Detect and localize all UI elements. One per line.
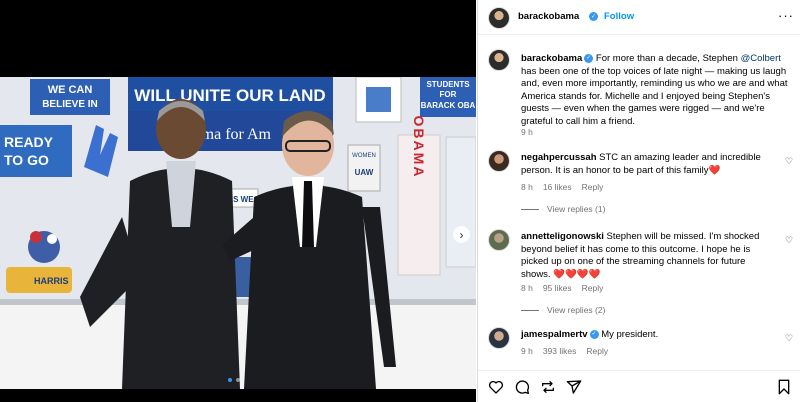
view-replies-button[interactable]: View replies (2)	[521, 305, 605, 315]
caption-avatar[interactable]	[488, 49, 510, 71]
chevron-right-icon: ›	[459, 227, 464, 242]
caption-body-rest: has been one of the top voices of late n…	[521, 65, 788, 127]
heart-emoji: ❤️❤️❤️❤️	[553, 268, 601, 280]
replies-line-divider	[521, 309, 539, 311]
comment-likes[interactable]: 95 likes	[543, 283, 572, 293]
post-photo[interactable]: WE CAN BELIEVE IN WILL UNITE OUR LAND Ob…	[0, 77, 476, 389]
follow-button[interactable]: Follow	[604, 11, 634, 22]
verified-badge-icon: ✓	[589, 329, 599, 339]
comment-like-heart-icon[interactable]: ♡	[785, 333, 793, 344]
comment-time[interactable]: 9 h	[521, 346, 533, 356]
comment-username[interactable]: annetteligonowski	[521, 231, 604, 242]
carousel-dots	[228, 378, 240, 382]
share-icon[interactable]	[566, 379, 582, 395]
replies-line-divider	[521, 208, 539, 210]
view-replies-label: View replies (1)	[547, 204, 606, 214]
comment-time[interactable]: 8 h	[521, 182, 533, 192]
caption-body: For more than a decade, Stephen	[595, 53, 738, 64]
carousel-next-button[interactable]: ›	[453, 226, 470, 243]
comment-body: annetteligonowski Stephen will be missed…	[521, 231, 776, 281]
sign-barack-oba: BARACK OBA	[421, 101, 476, 110]
carousel-dot	[236, 378, 240, 382]
comment-like-heart-icon[interactable]: ♡	[785, 235, 793, 246]
caption-username[interactable]: barackobama	[521, 53, 582, 64]
commenter-avatar[interactable]	[488, 150, 510, 172]
comment-meta: 8 h 95 likes Reply	[521, 283, 603, 293]
sign-believe-in: BELIEVE IN	[42, 99, 98, 110]
commenter-avatar[interactable]	[488, 229, 510, 251]
comment-time[interactable]: 8 h	[521, 283, 533, 293]
author-avatar[interactable]	[488, 7, 510, 29]
verified-badge-icon: ✓	[589, 12, 598, 21]
comment-likes[interactable]: 16 likes	[543, 182, 572, 192]
sign-ready: READY	[4, 134, 54, 150]
comment-like-heart-icon[interactable]: ♡	[785, 156, 793, 167]
comment-reply-button[interactable]: Reply	[582, 283, 604, 293]
comment-reply-button[interactable]: Reply	[582, 182, 604, 192]
sign-we-can: WE CAN	[48, 84, 93, 96]
heart-emoji: ❤️	[708, 164, 721, 176]
comment-text: My president.	[601, 329, 659, 340]
commenter-avatar[interactable]	[488, 327, 510, 349]
author-username[interactable]: barackobama	[518, 11, 579, 22]
post-media: WE CAN BELIEVE IN WILL UNITE OUR LAND Ob…	[0, 0, 476, 402]
carousel-dot-active	[228, 378, 232, 382]
caption-text: barackobama ✓ For more than a decade, Ste…	[521, 53, 793, 129]
comment-body: jamespalmertv ✓ My president.	[521, 329, 776, 342]
sign-will-unite: WILL UNITE OUR LAND	[134, 86, 325, 105]
comment-username[interactable]: negahpercussah	[521, 152, 597, 163]
comment-meta: 8 h 16 likes Reply	[521, 182, 603, 192]
post-side-panel: barackobama ✓ Follow ··· barackobama ✓ Fo…	[477, 0, 800, 402]
comment-body: negahpercussah STC an amazing leader and…	[521, 152, 776, 177]
sign-obama-vertical: OBAMA	[411, 116, 427, 179]
sign-harris: HARRIS	[34, 276, 69, 286]
sign-for: FOR	[440, 90, 457, 99]
post-header: barackobama ✓ Follow ···	[478, 0, 800, 35]
heart-icon[interactable]	[488, 379, 504, 395]
sign-to-go: TO GO	[4, 152, 49, 168]
caption-timestamp[interactable]: 9 h	[521, 127, 533, 137]
comment-username[interactable]: jamespalmertv	[521, 329, 588, 340]
comment-likes[interactable]: 393 likes	[543, 346, 577, 356]
view-replies-label: View replies (2)	[547, 305, 606, 315]
sign-uaw: UAW	[355, 168, 374, 177]
caption-mention-link[interactable]: @Colbert	[741, 53, 781, 64]
bookmark-icon[interactable]	[776, 379, 792, 395]
sign-women: WOMEN	[352, 153, 376, 159]
post-action-bar	[478, 370, 800, 402]
sign-students: STUDENTS	[426, 80, 470, 89]
comment-reply-button[interactable]: Reply	[586, 346, 608, 356]
verified-badge-icon: ✓	[584, 53, 594, 63]
comment-meta: 9 h 393 likes Reply	[521, 346, 608, 356]
view-replies-button[interactable]: View replies (1)	[521, 204, 605, 214]
repost-icon[interactable]	[540, 379, 556, 395]
more-options-icon[interactable]: ···	[778, 8, 794, 23]
comment-icon[interactable]	[514, 379, 530, 395]
